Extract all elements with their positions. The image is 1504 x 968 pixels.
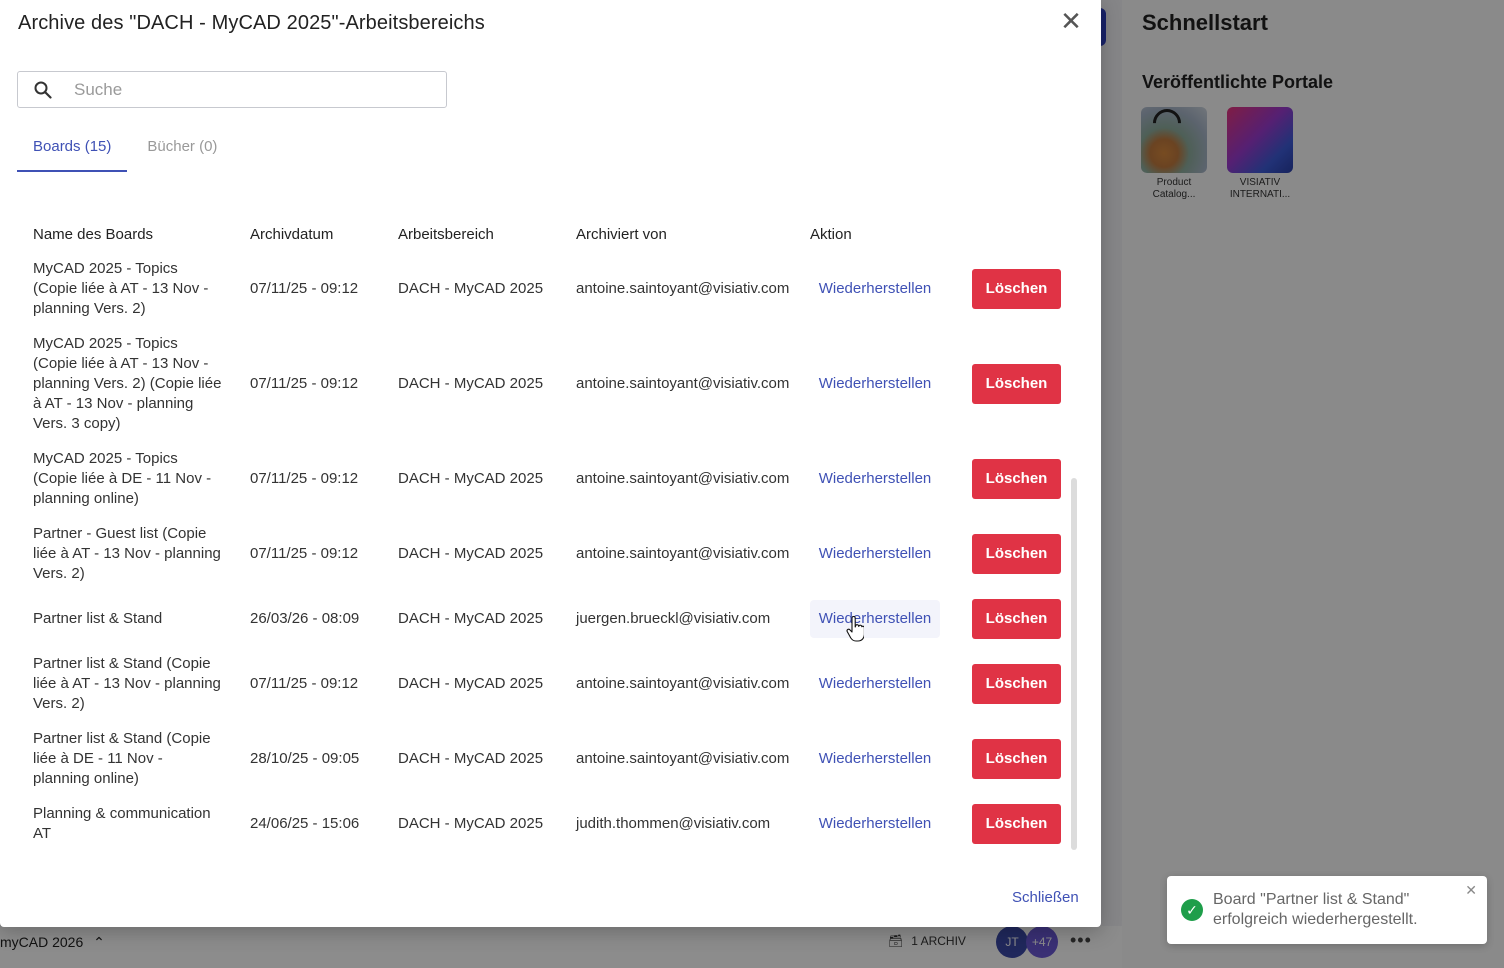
archived-by: antoine.saintoyant@visiativ.com [576,280,790,297]
delete-button[interactable]: Löschen [972,739,1061,779]
modal-title: Archive des "DACH - MyCAD 2025"-Arbeitsb… [18,12,485,34]
archived-by: antoine.saintoyant@visiativ.com [576,545,790,562]
archive-date: 07/11/25 - 09:12 [250,375,359,392]
workspace-name: DACH - MyCAD 2025 [398,815,544,832]
board-name: Partner list & Stand (Copie liée à AT - … [33,655,221,712]
delete-button[interactable]: Löschen [972,364,1061,404]
column-header-action: Aktion [810,226,852,243]
delete-button[interactable]: Löschen [972,459,1061,499]
archived-by: juergen.brueckl@visiativ.com [576,610,771,627]
workspace-name: DACH - MyCAD 2025 [398,280,544,297]
table-row: Partner list & Stand (Copie liée à AT - … [0,654,1070,714]
workspace-name: DACH - MyCAD 2025 [398,545,544,562]
archive-date: 07/11/25 - 09:12 [250,675,359,692]
archived-by: antoine.saintoyant@visiativ.com [576,375,790,392]
table-row: MyCAD 2025 - Topics (Copie liée à DE - 1… [0,449,1070,509]
delete-button[interactable]: Löschen [972,269,1061,309]
board-name: MyCAD 2025 - Topics (Copie liée à DE - 1… [33,450,212,507]
archived-by: antoine.saintoyant@visiativ.com [576,675,790,692]
archive-date: 07/11/25 - 09:12 [250,470,359,487]
close-icon[interactable]: ✕ [1465,882,1477,899]
board-name: Partner list & Stand [33,610,163,627]
search-icon [34,81,52,99]
archive-date: 24/06/25 - 15:06 [250,815,360,832]
search-box [17,71,447,108]
hand-cursor-icon [846,616,864,642]
restore-button[interactable]: Wiederherstellen [810,535,940,573]
tab-bar: Boards (15) Bücher (0) [17,126,237,172]
tab-books[interactable]: Bücher (0) [131,126,233,172]
column-header-name: Name des Boards [33,226,154,243]
search-input[interactable] [74,79,414,100]
restore-button[interactable]: Wiederherstellen [810,365,940,403]
tab-boards[interactable]: Boards (15) [17,126,128,172]
table-row: Partner list & Stand 26/03/26 - 08:09 DA… [0,599,1070,639]
board-name: MyCAD 2025 - Topics (Copie liée à AT - 1… [33,335,222,432]
archived-by: judith.thommen@visiativ.com [576,815,771,832]
restore-button[interactable]: Wiederherstellen [810,665,940,703]
table-row: MyCAD 2025 - Topics (Copie liée à AT - 1… [0,334,1070,434]
board-name: Partner list & Stand (Copie liée à DE - … [33,730,211,787]
table-header: Name des Boards Archivdatum Arbeitsberei… [0,226,1101,246]
workspace-name: DACH - MyCAD 2025 [398,610,544,627]
board-name: Partner - Guest list (Copie liée à AT - … [33,525,221,582]
checkmark-icon: ✓ [1181,899,1203,921]
board-name: Planning & communication AT [33,805,211,842]
archive-date: 07/11/25 - 09:12 [250,545,359,562]
archived-by: antoine.saintoyant@visiativ.com [576,750,790,767]
archive-date: 28/10/25 - 09:05 [250,750,360,767]
column-header-date: Archivdatum [250,226,334,243]
archive-modal: Archive des "DACH - MyCAD 2025"-Arbeitsb… [0,0,1101,927]
archive-date: 26/03/26 - 08:09 [250,610,360,627]
column-header-archived-by: Archiviert von [576,226,667,243]
table-row: Partner list & Stand (Copie liée à DE - … [0,729,1070,789]
archive-date: 07/11/25 - 09:12 [250,280,359,297]
toast-message: Board "Partner list & Stand" erfolgreich… [1213,891,1418,928]
restore-button[interactable]: Wiederherstellen [810,600,940,638]
workspace-name: DACH - MyCAD 2025 [398,375,544,392]
delete-button[interactable]: Löschen [972,804,1061,844]
close-icon[interactable]: ✕ [1060,8,1082,34]
table-row: MyCAD 2025 - Topics (Copie liée à AT - 1… [0,259,1070,319]
board-name: MyCAD 2025 - Topics (Copie liée à AT - 1… [33,260,209,317]
close-button[interactable]: Schließen [1012,889,1079,906]
column-header-workspace: Arbeitsbereich [398,226,494,243]
workspace-name: DACH - MyCAD 2025 [398,675,544,692]
delete-button[interactable]: Löschen [972,664,1061,704]
restore-button[interactable]: Wiederherstellen [810,270,940,308]
delete-button[interactable]: Löschen [972,599,1061,639]
restore-button[interactable]: Wiederherstellen [810,740,940,778]
restore-button[interactable]: Wiederherstellen [810,460,940,498]
workspace-name: DACH - MyCAD 2025 [398,470,544,487]
success-toast: ✓ Board "Partner list & Stand" erfolgrei… [1167,876,1487,944]
delete-button[interactable]: Löschen [972,534,1061,574]
table-row: Planning & communication AT 24/06/25 - 1… [0,804,1070,844]
workspace-name: DACH - MyCAD 2025 [398,750,544,767]
table-scrollbar[interactable] [1071,478,1077,850]
archived-by: antoine.saintoyant@visiativ.com [576,470,790,487]
table-row: Partner - Guest list (Copie liée à AT - … [0,524,1070,584]
restore-button[interactable]: Wiederherstellen [810,805,940,843]
